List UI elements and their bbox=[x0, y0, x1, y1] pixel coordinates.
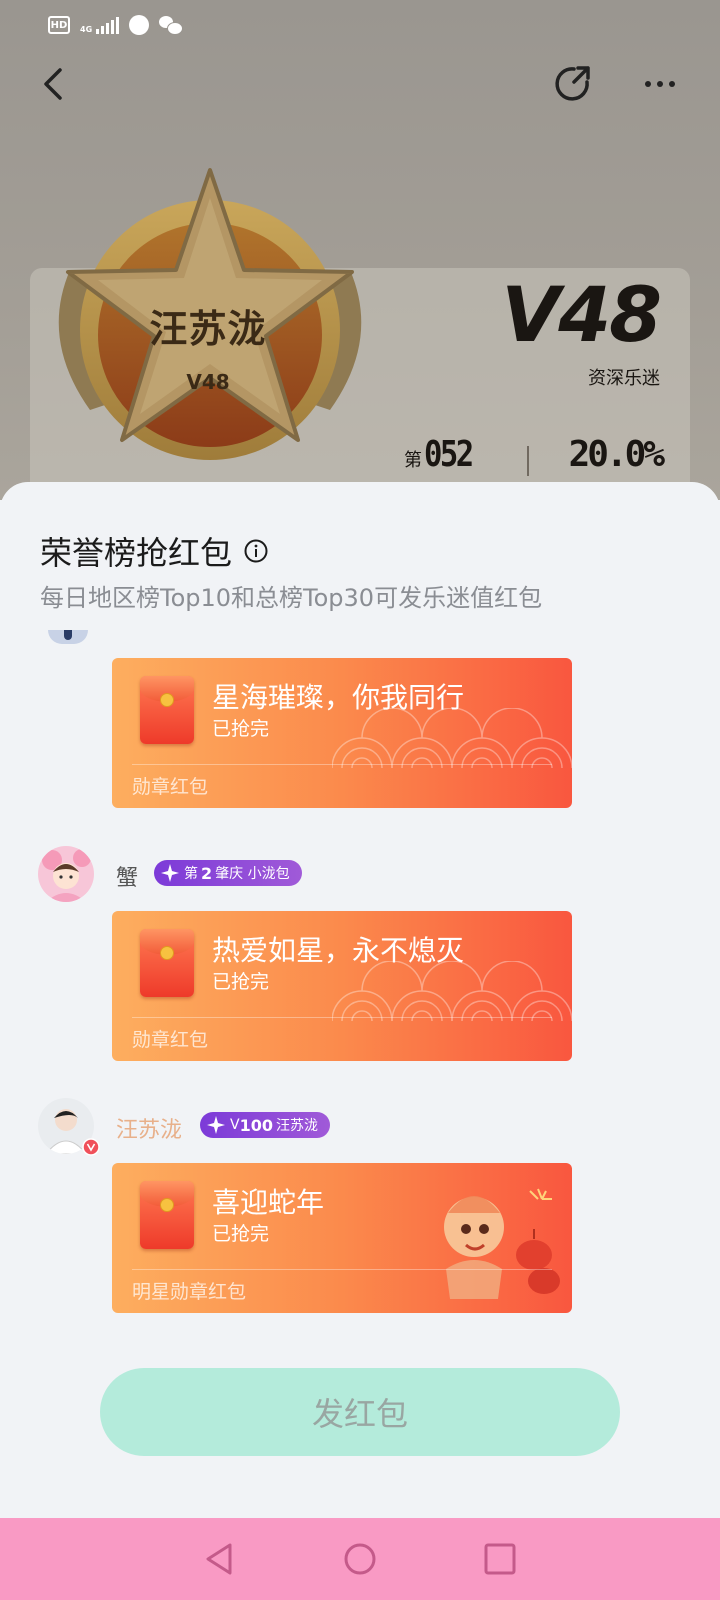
send-red-packet-button[interactable]: 发红包 bbox=[100, 1368, 620, 1456]
packet-title: 星海璀璨，你我同行 bbox=[212, 681, 465, 714]
packet-title: 喜迎蛇年 bbox=[212, 1186, 325, 1219]
network-label: 4G bbox=[80, 25, 93, 34]
packet-type: 勋章红包 bbox=[132, 776, 209, 798]
hd-icon: HD bbox=[48, 16, 70, 34]
packet-status: 已抢完 bbox=[212, 1223, 270, 1245]
status-bar: HD 4G bbox=[48, 10, 184, 40]
wave-pattern bbox=[332, 961, 572, 1021]
wave-pattern bbox=[332, 708, 572, 768]
rank-prefix: 第 bbox=[404, 450, 422, 471]
sender-name: 蟹 bbox=[116, 866, 139, 891]
share-icon[interactable] bbox=[550, 62, 594, 106]
sheet-title: 荣誉榜抢红包 bbox=[40, 528, 268, 574]
system-nav-bar bbox=[0, 1518, 720, 1600]
nav-home-icon[interactable] bbox=[340, 1539, 380, 1579]
avatar[interactable] bbox=[38, 846, 94, 902]
fan-badge: V 100 汪苏泷 bbox=[200, 1112, 330, 1138]
medal-name: 汪苏泷 bbox=[149, 307, 267, 351]
signal-icon: 4G bbox=[80, 16, 120, 34]
rank: 第 052 bbox=[404, 434, 480, 475]
packet-type: 勋章红包 bbox=[132, 1029, 209, 1051]
red-packet[interactable]: 喜迎蛇年 已抢完 明星勋章红包 bbox=[112, 1163, 572, 1313]
red-packet[interactable]: 热爱如星，永不熄灭 已抢完 勋章红包 bbox=[112, 911, 572, 1061]
sender-name: 汪苏泷 bbox=[116, 1118, 183, 1143]
nav-recent-apps-icon[interactable] bbox=[480, 1539, 520, 1579]
packet-title: 热爱如星，永不熄灭 bbox=[212, 934, 465, 967]
red-envelope-icon bbox=[140, 676, 194, 744]
badge-prefix: V bbox=[230, 1117, 240, 1133]
nav-back-icon[interactable] bbox=[200, 1539, 240, 1579]
divider bbox=[527, 446, 529, 476]
fan-badge: 第 2 肇庆 小泷包 bbox=[154, 860, 302, 886]
fan-level-title: 资深乐迷 bbox=[588, 368, 660, 389]
packet-status: 已抢完 bbox=[212, 971, 270, 993]
badge-prefix: 第 bbox=[184, 866, 198, 882]
red-packet[interactable]: 星海璀璨，你我同行 已抢完 勋章红包 bbox=[112, 658, 572, 808]
more-icon[interactable] bbox=[636, 62, 684, 106]
packet-type: 明星勋章红包 bbox=[132, 1281, 247, 1303]
avatar[interactable] bbox=[48, 630, 88, 644]
rank-number: 052 bbox=[424, 434, 474, 475]
verified-icon bbox=[82, 1138, 100, 1156]
medal-level: V48 bbox=[186, 370, 230, 394]
badge-number: 2 bbox=[201, 863, 213, 883]
wechat-icon bbox=[159, 16, 184, 35]
badge-text: 汪苏泷 bbox=[275, 1118, 318, 1134]
percent-value: 20.0% bbox=[568, 434, 665, 475]
divider bbox=[132, 764, 552, 765]
globe-icon bbox=[129, 15, 150, 35]
badge-text: 肇庆 小泷包 bbox=[215, 866, 290, 882]
sheet-subtitle: 每日地区榜Top10和总榜Top30可发乐迷值红包 bbox=[40, 584, 543, 612]
background-page: HD 4G 汪苏泷 V48 V48 资深乐迷 第 052 20.0% bbox=[0, 0, 720, 500]
fan-level: V48 bbox=[501, 270, 662, 359]
divider bbox=[132, 1017, 552, 1018]
lion-dance-illustration bbox=[444, 1188, 560, 1299]
sparkle-icon bbox=[207, 1116, 225, 1134]
back-icon[interactable] bbox=[34, 62, 78, 106]
badge-number: 100 bbox=[239, 1115, 273, 1135]
red-packet-sheet: 荣誉榜抢红包 每日地区榜Top10和总榜Top30可发乐迷值红包 星海璀璨，你我… bbox=[0, 482, 720, 1518]
info-icon[interactable] bbox=[244, 539, 268, 563]
sheet-title-text: 荣誉榜抢红包 bbox=[40, 534, 233, 572]
red-envelope-icon bbox=[140, 1181, 194, 1249]
sparkle-icon bbox=[161, 864, 179, 882]
divider bbox=[132, 1269, 552, 1270]
red-envelope-icon bbox=[140, 929, 194, 997]
packet-status: 已抢完 bbox=[212, 718, 270, 740]
